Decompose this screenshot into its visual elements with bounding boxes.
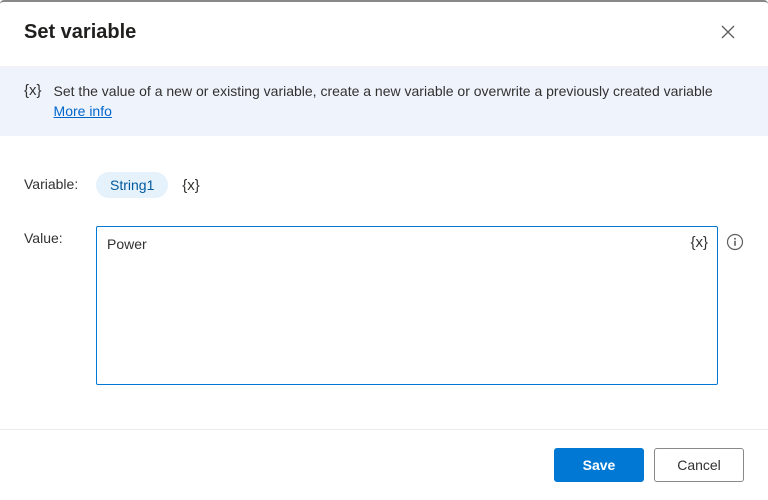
dialog-footer: Save Cancel [0, 429, 768, 500]
value-container: {x} [96, 226, 744, 388]
info-banner: {x} Set the value of a new or existing v… [0, 67, 768, 136]
info-circle-icon [726, 233, 744, 251]
variable-icon: {x} [24, 81, 42, 99]
banner-text: Set the value of a new or existing varia… [54, 81, 744, 122]
value-input[interactable] [96, 226, 718, 385]
info-icon[interactable] [726, 226, 744, 254]
cancel-button[interactable]: Cancel [654, 448, 744, 482]
more-info-link[interactable]: More info [54, 103, 112, 119]
variable-chip[interactable]: String1 [96, 172, 168, 198]
value-label: Value: [24, 226, 96, 246]
form-area: Variable: String1 {x} Value: {x} [0, 136, 768, 388]
variable-token-icon[interactable]: {x} [182, 177, 200, 194]
variable-value-group: String1 {x} [96, 172, 200, 198]
value-row: Value: {x} [24, 226, 744, 388]
save-button[interactable]: Save [554, 448, 644, 482]
insert-variable-icon[interactable]: {x} [690, 234, 708, 251]
banner-message: Set the value of a new or existing varia… [54, 83, 713, 99]
close-button[interactable] [712, 16, 744, 48]
dialog-title: Set variable [24, 21, 136, 44]
variable-label: Variable: [24, 172, 96, 192]
variable-row: Variable: String1 {x} [24, 172, 744, 198]
value-input-wrap: {x} [96, 226, 718, 388]
close-icon [721, 25, 735, 39]
dialog-header: Set variable [0, 2, 768, 67]
